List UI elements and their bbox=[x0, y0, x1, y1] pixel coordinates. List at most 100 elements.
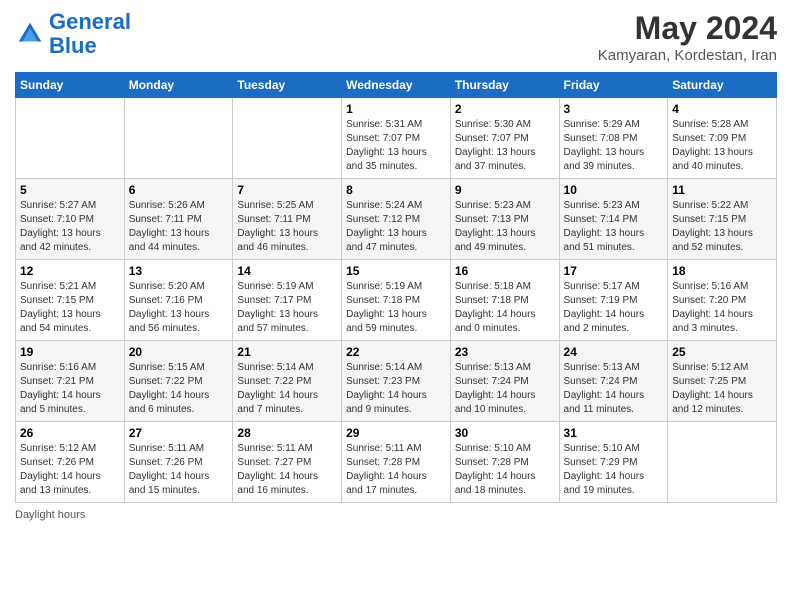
day-info: Sunrise: 5:13 AM Sunset: 7:24 PM Dayligh… bbox=[455, 361, 555, 417]
day-info: Sunrise: 5:15 AM Sunset: 7:22 PM Dayligh… bbox=[129, 361, 229, 417]
day-info: Sunrise: 5:11 AM Sunset: 7:28 PM Dayligh… bbox=[346, 442, 446, 498]
logo-blue: Blue bbox=[49, 33, 97, 58]
day-info: Sunrise: 5:25 AM Sunset: 7:11 PM Dayligh… bbox=[237, 199, 337, 255]
calendar-cell: 16Sunrise: 5:18 AM Sunset: 7:18 PM Dayli… bbox=[450, 260, 559, 341]
logo-text: General Blue bbox=[49, 10, 131, 58]
calendar-cell bbox=[668, 422, 777, 503]
calendar-cell: 23 Sunrise: 5:13 AM Sunset: 7:24 PM Dayli… bbox=[450, 341, 559, 422]
day-number: 15 bbox=[346, 264, 446, 278]
calendar-cell: 14Sunrise: 5:19 AM Sunset: 7:17 PM Dayli… bbox=[233, 260, 342, 341]
weekday-header-saturday: Saturday bbox=[668, 73, 777, 98]
calendar-cell: 5Sunrise: 5:27 AM Sunset: 7:10 PM Daylig… bbox=[16, 179, 125, 260]
calendar-cell: 27 Sunrise: 5:11 AM Sunset: 7:26 PM Dayli… bbox=[124, 422, 233, 503]
day-number: 6 bbox=[129, 183, 229, 197]
calendar-cell: 11 Sunrise: 5:22 AM Sunset: 7:15 PM Dayli… bbox=[668, 179, 777, 260]
day-info: Sunrise: 5:10 AM Sunset: 7:28 PM Dayligh… bbox=[455, 442, 555, 498]
day-number: 25 bbox=[672, 345, 772, 359]
weekday-header-wednesday: Wednesday bbox=[342, 73, 451, 98]
day-number: 28 bbox=[237, 426, 337, 440]
day-info: Sunrise: 5:24 AM Sunset: 7:12 PM Dayligh… bbox=[346, 199, 446, 255]
weekday-header-thursday: Thursday bbox=[450, 73, 559, 98]
day-number: 21 bbox=[237, 345, 337, 359]
day-number: 4 bbox=[672, 102, 772, 116]
day-info: Sunrise: 5:27 AM Sunset: 7:10 PM Dayligh… bbox=[20, 199, 120, 255]
calendar-cell: 7 Sunrise: 5:25 AM Sunset: 7:11 PM Daylig… bbox=[233, 179, 342, 260]
day-number: 9 bbox=[455, 183, 555, 197]
day-number: 26 bbox=[20, 426, 120, 440]
calendar-week-row: 26 Sunrise: 5:12 AM Sunset: 7:26 PM Dayli… bbox=[16, 422, 777, 503]
day-info: Sunrise: 5:11 AM Sunset: 7:26 PM Dayligh… bbox=[129, 442, 229, 498]
subtitle: Kamyaran, Kordestan, Iran bbox=[598, 47, 777, 64]
calendar-cell: 9Sunrise: 5:23 AM Sunset: 7:13 PM Daylig… bbox=[450, 179, 559, 260]
day-info: Sunrise: 5:30 AM Sunset: 7:07 PM Dayligh… bbox=[455, 118, 555, 174]
day-number: 10 bbox=[564, 183, 664, 197]
calendar-cell: 19 Sunrise: 5:16 AM Sunset: 7:21 PM Dayli… bbox=[16, 341, 125, 422]
calendar-cell: 2 Sunrise: 5:30 AM Sunset: 7:07 PM Daylig… bbox=[450, 98, 559, 179]
calendar-cell: 22 Sunrise: 5:14 AM Sunset: 7:23 PM Dayli… bbox=[342, 341, 451, 422]
day-number: 7 bbox=[237, 183, 337, 197]
weekday-header-friday: Friday bbox=[559, 73, 668, 98]
logo-icon bbox=[15, 19, 45, 49]
day-number: 22 bbox=[346, 345, 446, 359]
daylight-hours-label: Daylight hours bbox=[15, 509, 85, 521]
day-info: Sunrise: 5:18 AM Sunset: 7:18 PM Dayligh… bbox=[455, 280, 555, 336]
day-number: 31 bbox=[564, 426, 664, 440]
day-number: 12 bbox=[20, 264, 120, 278]
day-number: 17 bbox=[564, 264, 664, 278]
day-info: Sunrise: 5:23 AM Sunset: 7:14 PM Dayligh… bbox=[564, 199, 664, 255]
calendar-cell: 8 Sunrise: 5:24 AM Sunset: 7:12 PM Daylig… bbox=[342, 179, 451, 260]
calendar-cell: 6Sunrise: 5:26 AM Sunset: 7:11 PM Daylig… bbox=[124, 179, 233, 260]
calendar-cell: 12 Sunrise: 5:21 AM Sunset: 7:15 PM Dayli… bbox=[16, 260, 125, 341]
calendar-cell: 24Sunrise: 5:13 AM Sunset: 7:24 PM Dayli… bbox=[559, 341, 668, 422]
day-number: 19 bbox=[20, 345, 120, 359]
day-info: Sunrise: 5:16 AM Sunset: 7:21 PM Dayligh… bbox=[20, 361, 120, 417]
day-info: Sunrise: 5:14 AM Sunset: 7:23 PM Dayligh… bbox=[346, 361, 446, 417]
calendar-cell: 29 Sunrise: 5:11 AM Sunset: 7:28 PM Dayli… bbox=[342, 422, 451, 503]
calendar-cell bbox=[233, 98, 342, 179]
calendar-cell: 31 Sunrise: 5:10 AM Sunset: 7:29 PM Dayli… bbox=[559, 422, 668, 503]
day-number: 18 bbox=[672, 264, 772, 278]
day-info: Sunrise: 5:12 AM Sunset: 7:25 PM Dayligh… bbox=[672, 361, 772, 417]
calendar-cell: 26 Sunrise: 5:12 AM Sunset: 7:26 PM Dayli… bbox=[16, 422, 125, 503]
calendar-cell: 17 Sunrise: 5:17 AM Sunset: 7:19 PM Dayli… bbox=[559, 260, 668, 341]
calendar-cell: 18 Sunrise: 5:16 AM Sunset: 7:20 PM Dayli… bbox=[668, 260, 777, 341]
day-info: Sunrise: 5:12 AM Sunset: 7:26 PM Dayligh… bbox=[20, 442, 120, 498]
calendar-cell: 3Sunrise: 5:29 AM Sunset: 7:08 PM Daylig… bbox=[559, 98, 668, 179]
calendar-cell bbox=[16, 98, 125, 179]
day-number: 24 bbox=[564, 345, 664, 359]
day-number: 8 bbox=[346, 183, 446, 197]
day-number: 29 bbox=[346, 426, 446, 440]
day-info: Sunrise: 5:17 AM Sunset: 7:19 PM Dayligh… bbox=[564, 280, 664, 336]
day-number: 20 bbox=[129, 345, 229, 359]
day-info: Sunrise: 5:31 AM Sunset: 7:07 PM Dayligh… bbox=[346, 118, 446, 174]
calendar-cell: 10 Sunrise: 5:23 AM Sunset: 7:14 PM Dayli… bbox=[559, 179, 668, 260]
calendar-week-row: 5Sunrise: 5:27 AM Sunset: 7:10 PM Daylig… bbox=[16, 179, 777, 260]
day-number: 2 bbox=[455, 102, 555, 116]
calendar-cell: 30Sunrise: 5:10 AM Sunset: 7:28 PM Dayli… bbox=[450, 422, 559, 503]
page: General Blue May 2024 Kamyaran, Kordesta… bbox=[0, 0, 792, 612]
calendar-cell: 15Sunrise: 5:19 AM Sunset: 7:18 PM Dayli… bbox=[342, 260, 451, 341]
day-number: 14 bbox=[237, 264, 337, 278]
calendar-cell bbox=[124, 98, 233, 179]
day-info: Sunrise: 5:22 AM Sunset: 7:15 PM Dayligh… bbox=[672, 199, 772, 255]
title-block: May 2024 Kamyaran, Kordestan, Iran bbox=[598, 10, 777, 64]
footer: Daylight hours bbox=[15, 509, 777, 521]
day-info: Sunrise: 5:21 AM Sunset: 7:15 PM Dayligh… bbox=[20, 280, 120, 336]
logo: General Blue bbox=[15, 10, 131, 58]
calendar-week-row: 12 Sunrise: 5:21 AM Sunset: 7:15 PM Dayli… bbox=[16, 260, 777, 341]
calendar-cell: 13Sunrise: 5:20 AM Sunset: 7:16 PM Dayli… bbox=[124, 260, 233, 341]
day-number: 27 bbox=[129, 426, 229, 440]
calendar-cell: 20 Sunrise: 5:15 AM Sunset: 7:22 PM Dayli… bbox=[124, 341, 233, 422]
weekday-header-tuesday: Tuesday bbox=[233, 73, 342, 98]
day-number: 1 bbox=[346, 102, 446, 116]
day-info: Sunrise: 5:11 AM Sunset: 7:27 PM Dayligh… bbox=[237, 442, 337, 498]
day-info: Sunrise: 5:14 AM Sunset: 7:22 PM Dayligh… bbox=[237, 361, 337, 417]
day-info: Sunrise: 5:28 AM Sunset: 7:09 PM Dayligh… bbox=[672, 118, 772, 174]
weekday-header-sunday: Sunday bbox=[16, 73, 125, 98]
calendar-week-row: 1 Sunrise: 5:31 AM Sunset: 7:07 PM Daylig… bbox=[16, 98, 777, 179]
calendar-week-row: 19 Sunrise: 5:16 AM Sunset: 7:21 PM Dayli… bbox=[16, 341, 777, 422]
day-number: 11 bbox=[672, 183, 772, 197]
day-number: 23 bbox=[455, 345, 555, 359]
day-info: Sunrise: 5:16 AM Sunset: 7:20 PM Dayligh… bbox=[672, 280, 772, 336]
day-info: Sunrise: 5:10 AM Sunset: 7:29 PM Dayligh… bbox=[564, 442, 664, 498]
